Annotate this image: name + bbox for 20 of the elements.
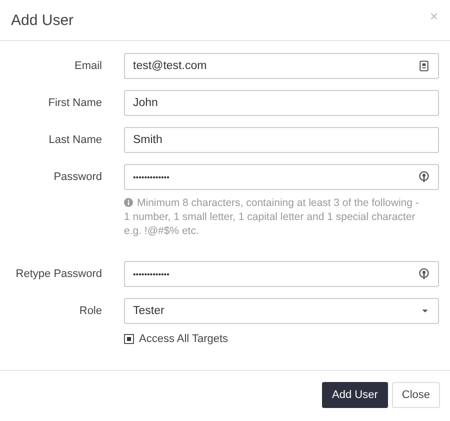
help-text: Minimum 8 characters, containing at least 3 of the following - 1 number, 1 small letter, 1 capital letter and 1 special character e.g. !@#$% etc. bbox=[124, 197, 419, 237]
add-user-button[interactable]: Add User bbox=[322, 382, 388, 408]
checkbox-label[interactable]: Access All Targets bbox=[139, 333, 228, 345]
field-label: Password bbox=[52, 170, 102, 185]
field-label: Last Name bbox=[48, 133, 102, 148]
info-icon bbox=[124, 198, 133, 207]
field-label: Retype Password bbox=[14, 267, 102, 282]
dialog-title: Add User bbox=[11, 12, 74, 28]
field-label: Role bbox=[78, 304, 102, 319]
role-dropdown[interactable]: Tester bbox=[124, 298, 439, 324]
input-field[interactable]: test@test.com bbox=[124, 53, 439, 79]
input-field[interactable]: John bbox=[124, 90, 439, 116]
input-field[interactable]: Smith bbox=[124, 127, 439, 153]
input-field[interactable]: ••••••••••••• bbox=[124, 261, 439, 287]
close-button[interactable]: Close bbox=[392, 382, 440, 408]
field-label: First Name bbox=[47, 96, 102, 111]
field-label: Email bbox=[73, 59, 102, 74]
input-field[interactable]: ••••••••••••• bbox=[124, 164, 439, 190]
contact-card-icon bbox=[418, 60, 430, 72]
checkbox[interactable] bbox=[124, 334, 134, 344]
